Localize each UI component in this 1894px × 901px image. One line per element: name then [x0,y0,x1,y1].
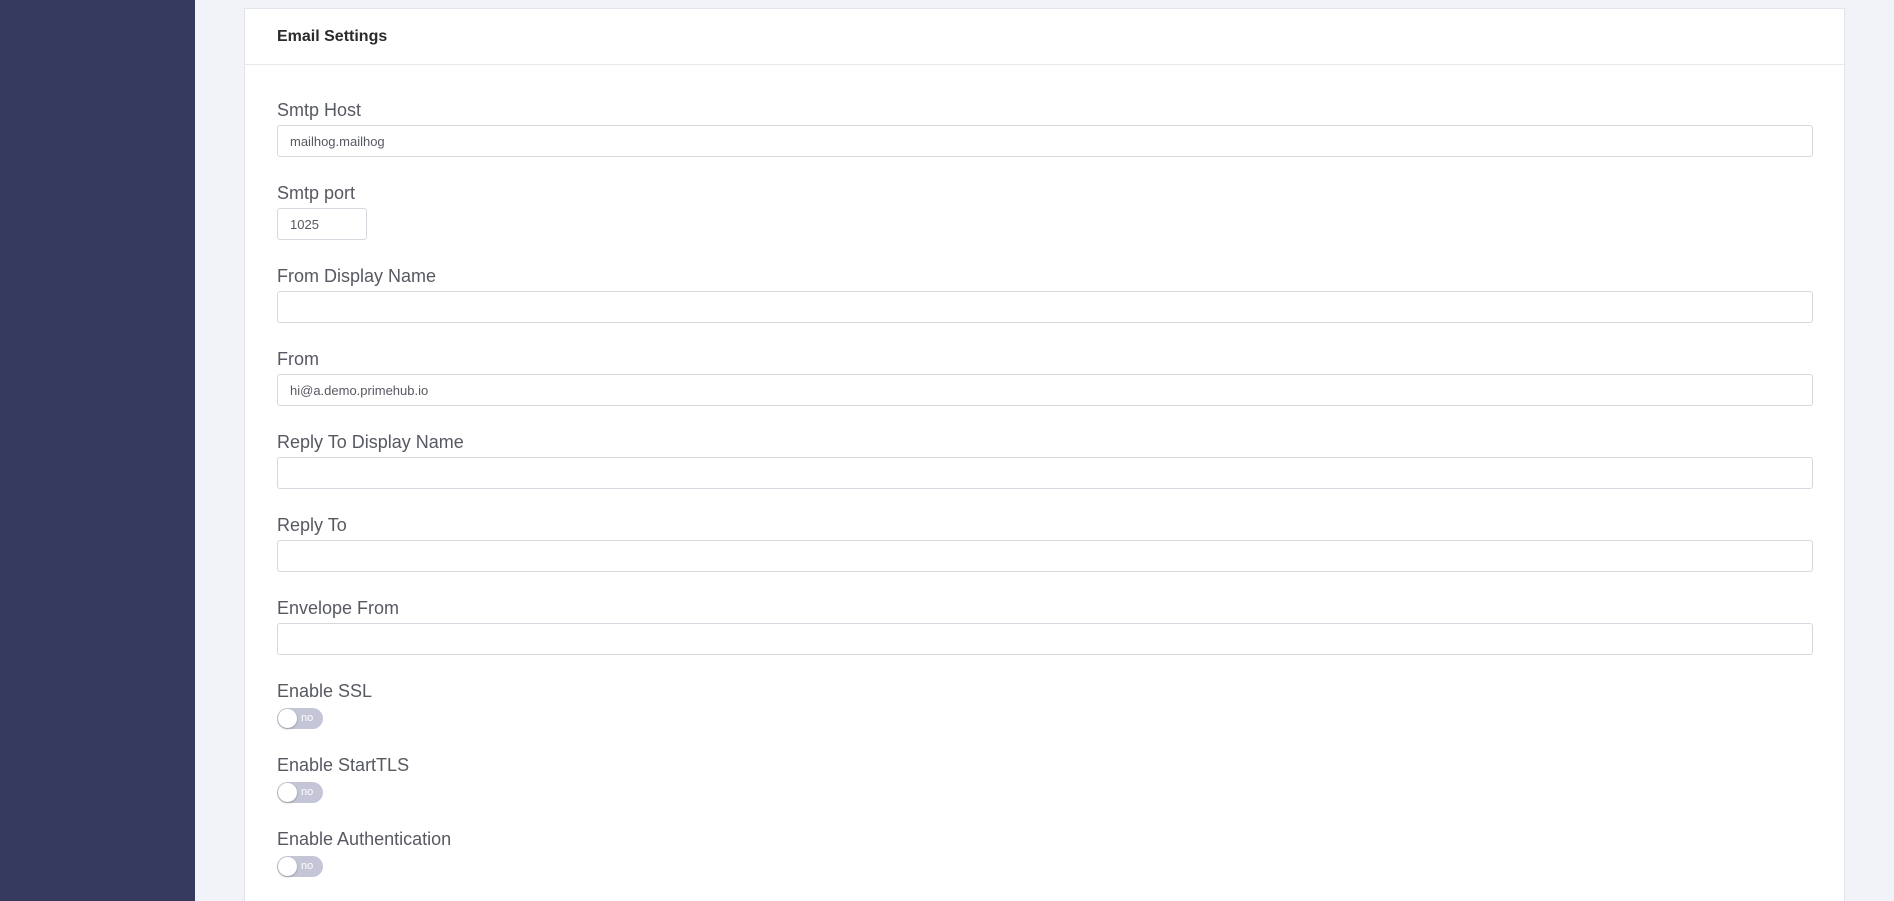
envelope-from-input[interactable] [277,623,1813,655]
from-label: From [277,349,319,369]
sidebar [0,0,195,901]
enable-authentication-label: Enable Authentication [277,829,452,849]
enable-authentication-field: Enable Authentication no [277,827,451,877]
enable-ssl-toggle[interactable]: no [277,708,323,729]
enable-ssl-field: Enable SSL no [277,679,372,729]
enable-ssl-label: Enable SSL [277,681,373,701]
from-display-name-input[interactable] [277,291,1813,323]
reply-to-field: Reply To [277,513,1813,572]
reply-to-display-name-label: Reply To Display Name [277,432,464,452]
enable-starttls-toggle[interactable]: no [277,782,323,803]
card-header: Email Settings [245,9,1844,65]
enable-ssl-toggle-state: no [301,712,314,724]
enable-starttls-toggle-state: no [301,786,314,798]
smtp-host-field: Smtp Host [277,98,1813,157]
toggle-knob [278,709,297,728]
envelope-from-label: Envelope From [277,598,400,618]
smtp-host-input[interactable] [277,125,1813,157]
from-display-name-field: From Display Name [277,264,1813,323]
reply-to-display-name-field: Reply To Display Name [277,430,1813,489]
toggle-knob [278,857,297,876]
enable-authentication-toggle[interactable]: no [277,856,323,877]
smtp-port-label: Smtp port [277,183,356,203]
enable-starttls-label: Enable StartTLS [277,755,410,775]
enable-starttls-field: Enable StartTLS no [277,753,409,803]
enable-authentication-toggle-state: no [301,860,314,872]
card-title: Email Settings [277,27,388,45]
from-field: From [277,347,1813,406]
reply-to-label: Reply To [277,515,347,535]
reply-to-display-name-input[interactable] [277,457,1813,489]
reply-to-input[interactable] [277,540,1813,572]
main-content: Email Settings Smtp Host Smtp port From … [195,0,1894,901]
smtp-host-label: Smtp Host [277,100,362,120]
from-display-name-label: From Display Name [277,266,437,286]
toggle-knob [278,783,297,802]
from-input[interactable] [277,374,1813,406]
smtp-port-field: Smtp port [277,181,367,240]
smtp-port-input[interactable] [277,208,367,240]
envelope-from-field: Envelope From [277,596,1813,655]
email-settings-card: Email Settings Smtp Host Smtp port From … [244,8,1845,901]
